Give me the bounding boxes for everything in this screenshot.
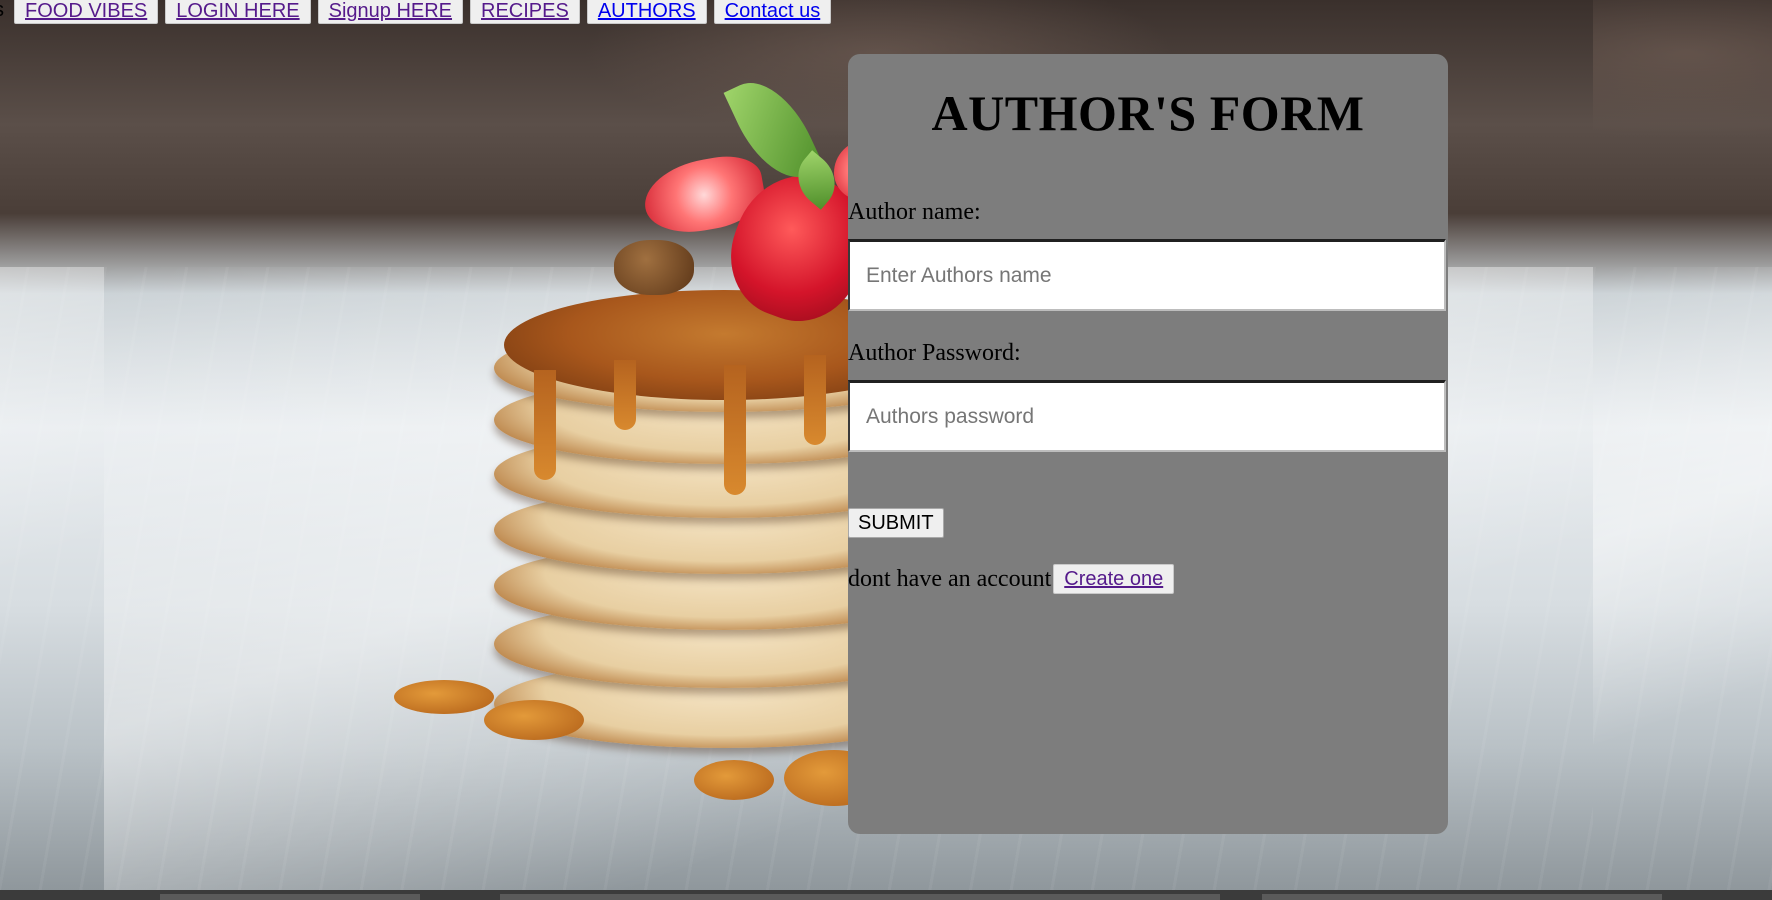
create-account-button[interactable]: Create one <box>1053 564 1175 594</box>
nav-link-signup[interactable]: Signup HERE <box>329 0 452 23</box>
author-name-input[interactable] <box>848 239 1446 311</box>
nav-link-recipes[interactable]: RECIPES <box>481 0 569 23</box>
nav-link-contact[interactable]: Contact us <box>725 0 821 23</box>
nav-button-contact[interactable]: Contact us <box>713 0 832 24</box>
nav-cut-off-text: s <box>0 0 14 22</box>
nav-link-authors[interactable]: AUTHORS <box>598 0 696 23</box>
nav-link-food-vibes[interactable]: FOOD VIBES <box>25 0 147 23</box>
submit-button[interactable]: SUBMIT <box>848 508 944 538</box>
top-nav: s FOOD VIBES LOGIN HERE Signup HERE RECI… <box>0 0 832 26</box>
signup-prompt: dont have an account <box>848 565 1052 592</box>
background-tile-right <box>1593 0 1772 890</box>
bottom-scrollbar-strip <box>0 890 1772 900</box>
create-account-link[interactable]: Create one <box>1064 568 1163 591</box>
author-password-label: Author Password: <box>848 340 1021 366</box>
author-name-label: Author name: <box>848 199 981 225</box>
nav-link-login[interactable]: LOGIN HERE <box>176 0 299 23</box>
nav-button-signup[interactable]: Signup HERE <box>317 0 464 24</box>
nav-button-food-vibes[interactable]: FOOD VIBES <box>14 0 159 24</box>
nav-button-login[interactable]: LOGIN HERE <box>165 0 311 24</box>
nav-button-recipes[interactable]: RECIPES <box>470 0 580 24</box>
background-tile-left <box>0 0 105 890</box>
author-password-input[interactable] <box>848 380 1446 452</box>
signup-row: dont have an account Create one <box>848 564 1175 594</box>
nav-button-authors[interactable]: AUTHORS <box>586 0 707 24</box>
author-form-card: AUTHOR'S FORM Author name: Author Passwo… <box>848 54 1448 834</box>
form-title: AUTHOR'S FORM <box>931 85 1365 141</box>
